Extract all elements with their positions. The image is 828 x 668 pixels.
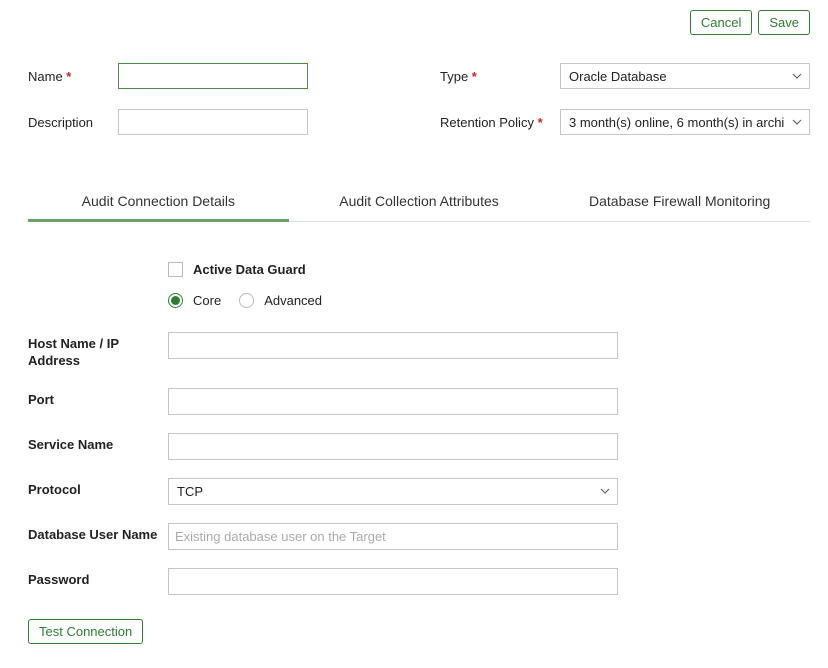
type-select[interactable]: Oracle Database	[560, 63, 810, 89]
tab-database-firewall-monitoring[interactable]: Database Firewall Monitoring	[549, 183, 810, 221]
protocol-select-value: TCP	[177, 484, 203, 499]
core-label: Core	[193, 293, 221, 308]
description-label: Description	[28, 115, 118, 130]
retention-label: Retention Policy	[440, 115, 560, 130]
retention-select-value: 3 month(s) online, 6 month(s) in archi	[569, 115, 784, 130]
tab-audit-collection-attributes[interactable]: Audit Collection Attributes	[289, 183, 550, 221]
port-label: Port	[28, 388, 158, 409]
retention-select[interactable]: 3 month(s) online, 6 month(s) in archi	[560, 109, 810, 135]
db-user-label: Database User Name	[28, 523, 158, 544]
name-input[interactable]	[118, 63, 308, 89]
description-input[interactable]	[118, 109, 308, 135]
core-radio[interactable]	[168, 293, 183, 308]
db-user-input[interactable]	[168, 523, 618, 550]
password-label: Password	[28, 568, 158, 589]
password-input[interactable]	[168, 568, 618, 595]
host-label: Host Name / IP Address	[28, 332, 158, 370]
active-data-guard-checkbox[interactable]	[168, 262, 183, 277]
host-input[interactable]	[168, 332, 618, 359]
test-connection-button[interactable]: Test Connection	[28, 619, 143, 644]
protocol-select[interactable]: TCP	[168, 478, 618, 505]
protocol-label: Protocol	[28, 478, 158, 499]
active-data-guard-label: Active Data Guard	[193, 262, 306, 277]
port-input[interactable]	[168, 388, 618, 415]
save-button[interactable]: Save	[758, 10, 810, 35]
advanced-radio[interactable]	[239, 293, 254, 308]
service-name-input[interactable]	[168, 433, 618, 460]
cancel-button[interactable]: Cancel	[690, 10, 752, 35]
type-label: Type	[440, 69, 560, 84]
advanced-label: Advanced	[264, 293, 322, 308]
service-name-label: Service Name	[28, 433, 158, 454]
name-label: Name	[28, 69, 118, 84]
tab-audit-connection-details[interactable]: Audit Connection Details	[28, 183, 289, 221]
type-select-value: Oracle Database	[569, 69, 667, 84]
